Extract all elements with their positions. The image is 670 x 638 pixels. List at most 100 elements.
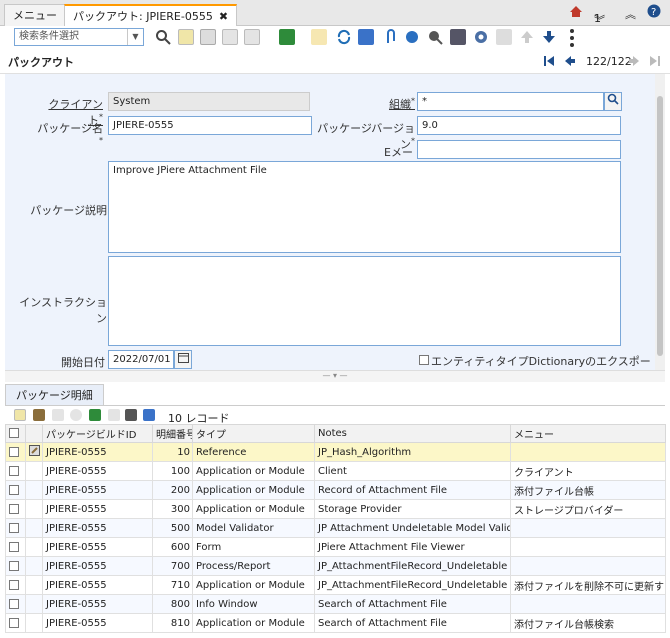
copy-record-icon[interactable] (200, 29, 216, 45)
previous-record-icon[interactable] (564, 55, 576, 70)
tab-menu[interactable]: メニュー (4, 4, 66, 26)
table-row[interactable]: JPIERE-0555 710 Application or Module JP_At… (5, 575, 666, 595)
archive-icon[interactable] (279, 29, 295, 45)
row-checkbox[interactable] (9, 522, 19, 533)
package-version-field[interactable]: 9.0 (417, 116, 621, 135)
search-query-select[interactable]: 検索条件選択 ▼ (14, 28, 144, 46)
row-checkbox[interactable] (9, 560, 19, 571)
detail-save-icon[interactable] (70, 409, 82, 421)
email-field[interactable] (417, 140, 621, 159)
help-icon[interactable]: ? (647, 4, 661, 21)
refresh-icon[interactable] (336, 29, 352, 45)
panel-splitter[interactable]: — ▾ — (5, 370, 665, 382)
attachment-icon[interactable] (383, 29, 399, 45)
collapse-header-icon[interactable]: ︽ (625, 6, 636, 22)
delete-record-icon[interactable] (222, 29, 238, 45)
column-header-type[interactable]: タイプ (192, 424, 315, 443)
report-icon[interactable] (450, 29, 466, 45)
zoom-across-icon[interactable] (427, 29, 443, 45)
row-select-cell[interactable] (5, 575, 26, 595)
last-record-icon[interactable] (649, 55, 661, 70)
tab-packout[interactable]: パックアウト: JPIERE-0555 ✖ (64, 4, 238, 27)
tab-package-detail[interactable]: パッケージ明細 (5, 384, 104, 406)
chevron-down-icon: ▼ (127, 29, 143, 45)
print-icon[interactable] (496, 29, 512, 45)
detail-archive-icon[interactable] (89, 409, 101, 421)
column-header-build-id[interactable]: パッケージビルドID (42, 424, 153, 443)
detail-lookup-icon[interactable] (108, 409, 120, 421)
detail-zoom-icon[interactable] (125, 409, 137, 421)
select-all-checkbox[interactable] (9, 428, 19, 438)
table-row[interactable]: JPIERE-0555 300 Application or Module Stora… (5, 499, 666, 519)
table-row[interactable]: JPIERE-0555 600 Form JPiere Attachment File… (5, 537, 666, 557)
arrow-down-icon[interactable] (541, 29, 557, 45)
row-select-cell[interactable] (5, 461, 26, 481)
row-select-cell[interactable] (5, 480, 26, 500)
cell-build-id: JPIERE-0555 (42, 556, 153, 576)
row-checkbox[interactable] (9, 446, 19, 457)
instructions-field[interactable] (108, 256, 621, 346)
row-select-cell[interactable] (5, 594, 26, 614)
row-select-cell[interactable] (5, 442, 26, 462)
arrow-up-icon[interactable] (519, 29, 535, 45)
header-form: クライアント* System 組織* * パッケージ名* JPIERE-0555… (5, 74, 655, 384)
detail-grid-toggle-icon[interactable] (143, 409, 155, 421)
row-checkbox[interactable] (9, 579, 19, 590)
table-row[interactable]: JPIERE-0555 200 Application or Module Recor… (5, 480, 666, 500)
column-header-line-no[interactable]: 明細番号 (152, 424, 193, 443)
edit-row-icon[interactable] (29, 445, 40, 456)
table-row[interactable]: JPIERE-0555 10 Reference JP_Hash_Algorithm (5, 442, 666, 462)
search-icon[interactable] (155, 29, 171, 45)
detail-edit-icon[interactable] (33, 409, 45, 421)
first-record-icon[interactable] (543, 55, 555, 70)
save-icon[interactable] (244, 29, 260, 45)
table-row[interactable]: JPIERE-0555 800 Info Window Search of Attac… (5, 594, 666, 614)
detail-new-icon[interactable] (14, 409, 26, 421)
detail-delete-icon[interactable] (52, 409, 64, 421)
cell-type: Application or Module (192, 575, 315, 595)
row-checkbox[interactable] (9, 617, 19, 628)
column-header-menu[interactable]: メニュー (510, 424, 666, 443)
row-checkbox[interactable] (9, 503, 19, 514)
package-name-field[interactable]: JPIERE-0555 (108, 116, 312, 135)
row-checkbox[interactable] (9, 465, 19, 476)
row-select-cell[interactable] (5, 556, 26, 576)
column-header-notes[interactable]: Notes (314, 424, 511, 443)
start-date-field[interactable]: 2022/07/01 (108, 350, 174, 369)
new-record-icon[interactable] (178, 29, 194, 45)
table-row[interactable]: JPIERE-0555 100 Application or Module Clien… (5, 461, 666, 481)
home-icon[interactable] (569, 5, 583, 21)
window-tab-bar: メニュー パックアウト: JPIERE-0555 ✖ ︾ 1 ︽ ? (0, 0, 670, 27)
table-row[interactable]: JPIERE-0555 500 Model Validator JP Attachme… (5, 518, 666, 538)
cell-notes: JPiere Attachment File Viewer (314, 537, 511, 557)
row-select-cell[interactable] (5, 537, 26, 557)
row-select-cell[interactable] (5, 499, 26, 519)
row-select-cell[interactable] (5, 613, 26, 633)
lookup-icon[interactable] (311, 29, 327, 45)
date-picker-button[interactable] (174, 350, 192, 369)
organization-field[interactable]: * (417, 92, 604, 111)
row-checkbox[interactable] (9, 541, 19, 552)
more-options-icon[interactable] (568, 29, 584, 47)
form-scrollbar[interactable] (655, 74, 665, 370)
record-navigator: 122/122 (586, 55, 632, 68)
package-description-field[interactable]: Improve JPiere Attachment File (108, 161, 621, 253)
close-tab-icon[interactable]: ✖ (219, 10, 228, 23)
table-row[interactable]: JPIERE-0555 810 Application or Module Searc… (5, 613, 666, 633)
cell-menu: 添付ファイルを削除不可に更新する (510, 575, 666, 595)
select-all-cell[interactable] (5, 424, 26, 443)
cell-notes: JP_AttachmentFileRecord_Undeletable (314, 556, 511, 576)
next-record-icon[interactable] (628, 55, 640, 70)
export-dictionary-checkbox[interactable] (419, 355, 429, 365)
row-checkbox[interactable] (9, 484, 19, 495)
organization-search-button[interactable] (604, 92, 622, 111)
scrollbar-thumb[interactable] (657, 96, 663, 356)
table-row[interactable]: JPIERE-0555 700 Process/Report JP_Attachmen… (5, 556, 666, 576)
row-indicator-cell (25, 480, 43, 500)
row-select-cell[interactable] (5, 518, 26, 538)
chat-attachment-icon[interactable] (404, 29, 420, 45)
row-checkbox[interactable] (9, 598, 19, 609)
organization-label[interactable]: 組織* (389, 96, 415, 112)
settings-gear-icon[interactable] (473, 29, 489, 45)
grid-toggle-icon[interactable] (358, 29, 374, 45)
